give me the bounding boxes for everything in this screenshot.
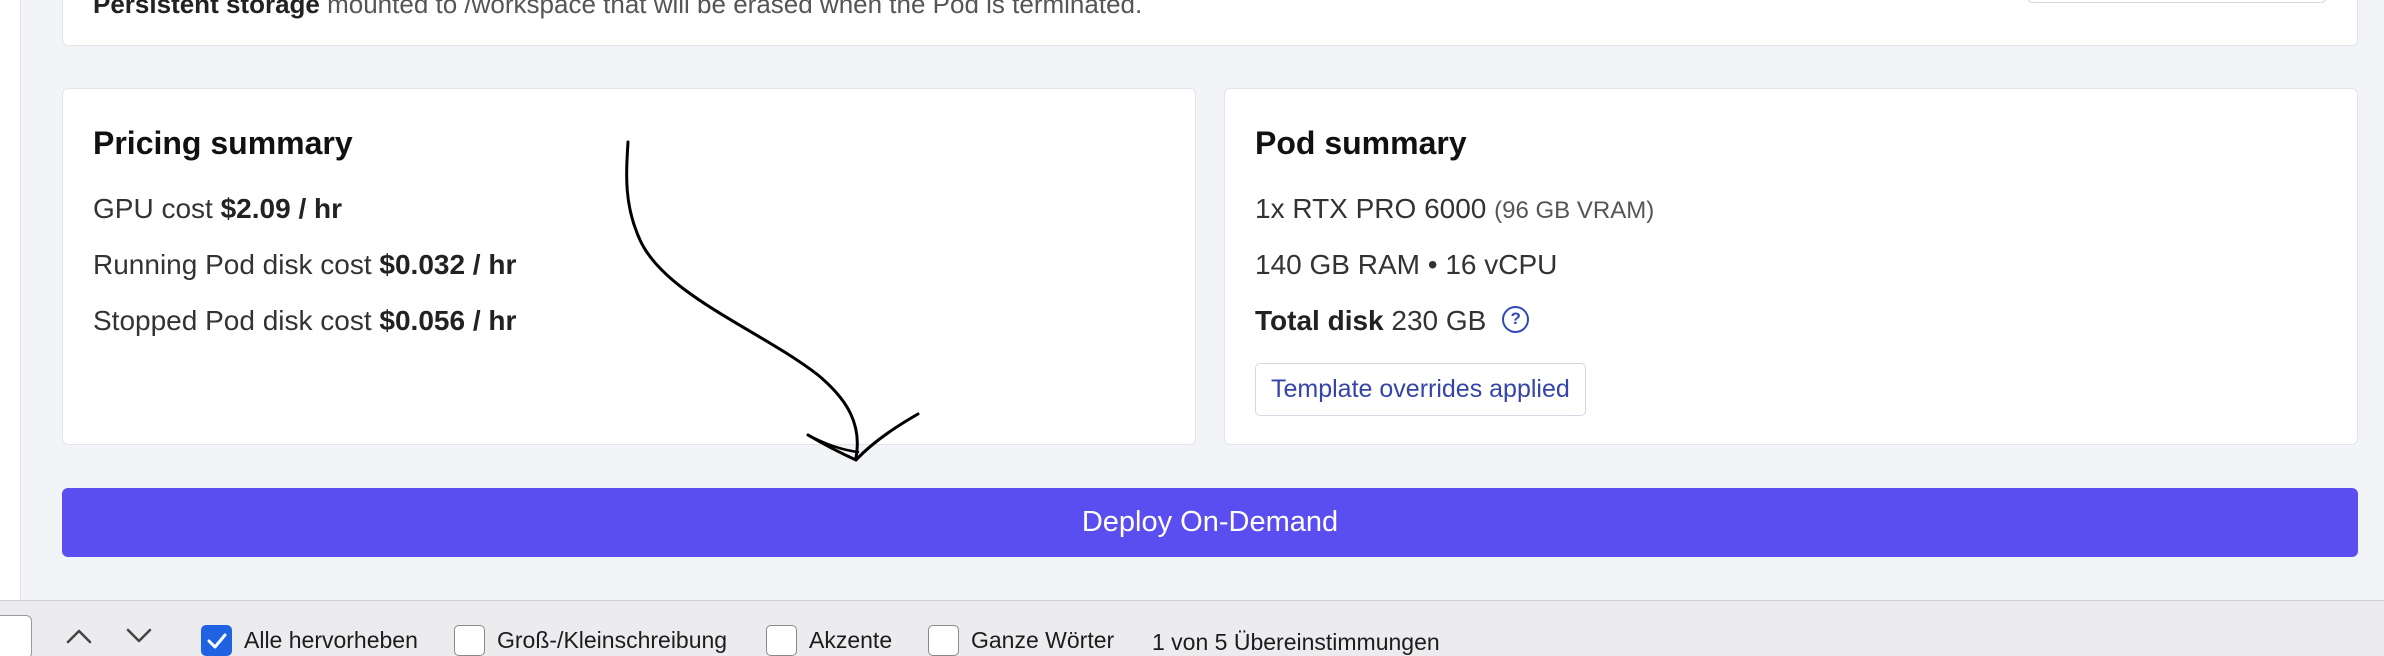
gpu-cost-value: $2.09 / hr xyxy=(220,193,342,224)
pod-summary-card: Pod summary 1x RTX PRO 6000 (96 GB VRAM)… xyxy=(1224,88,2358,445)
template-overrides-badge[interactable]: Template overrides applied xyxy=(1255,363,1586,416)
chevron-up-icon[interactable] xyxy=(61,621,97,651)
total-disk-value: 230 GB xyxy=(1391,305,1487,336)
match-diacritics-label: Akzente xyxy=(809,627,893,653)
match-diacritics-checkbox[interactable] xyxy=(766,625,797,656)
match-count: 1 von 5 Übereinstimmungen xyxy=(1152,629,1440,655)
storage-select[interactable] xyxy=(2027,0,2327,3)
match-case-label: Groß-/Kleinschreibung xyxy=(497,627,728,653)
option-match-diacritics[interactable]: Akzente xyxy=(766,625,892,656)
storage-text: mounted to /workspace that will be erase… xyxy=(319,0,1143,19)
running-disk-cost-value: $0.032 / hr xyxy=(379,249,517,280)
highlight-all-checkbox[interactable] xyxy=(201,625,232,656)
gpu-cost-label: GPU cost xyxy=(93,193,213,224)
total-disk-label: Total disk xyxy=(1255,305,1384,336)
option-whole-words[interactable]: Ganze Wörter xyxy=(928,625,1114,656)
left-browser-strip xyxy=(0,0,21,600)
stopped-disk-cost-row: Stopped Pod disk cost $0.056 / hr xyxy=(93,305,516,337)
find-bar: Alle hervorheben Groß-/Kleinschreibung A… xyxy=(0,600,2384,656)
running-disk-cost-label: Running Pod disk cost xyxy=(93,249,372,280)
highlight-all-label: Alle hervorheben xyxy=(244,627,418,653)
gpu-model: 1x RTX PRO 6000 xyxy=(1255,193,1487,224)
stopped-disk-cost-label: Stopped Pod disk cost xyxy=(93,305,372,336)
whole-words-checkbox[interactable] xyxy=(928,625,959,656)
pricing-summary-title: Pricing summary xyxy=(93,125,353,161)
stopped-disk-cost-value: $0.056 / hr xyxy=(379,305,517,336)
deploy-on-demand-button[interactable]: Deploy On-Demand xyxy=(62,488,2358,557)
checkmark-icon xyxy=(207,633,226,648)
pod-summary-title: Pod summary xyxy=(1255,125,1467,161)
storage-description: Persistent storage mounted to /workspace… xyxy=(93,0,1142,20)
running-disk-cost-row: Running Pod disk cost $0.032 / hr xyxy=(93,249,516,281)
storage-card: Persistent storage mounted to /workspace… xyxy=(62,0,2358,46)
pricing-summary-card: Pricing summary GPU cost $2.09 / hr Runn… xyxy=(62,88,1196,445)
match-case-checkbox[interactable] xyxy=(454,625,485,656)
gpu-spec-row: 1x RTX PRO 6000 (96 GB VRAM) xyxy=(1255,193,1654,225)
page: Persistent storage mounted to /workspace… xyxy=(0,0,2384,656)
ram-cpu-row: 140 GB RAM • 16 vCPU xyxy=(1255,249,1558,280)
storage-label: Persistent storage xyxy=(93,0,320,19)
total-disk-row: Total disk 230 GB ? xyxy=(1255,305,1530,337)
whole-words-label: Ganze Wörter xyxy=(971,627,1115,653)
find-input[interactable] xyxy=(0,615,32,656)
gpu-vram: (96 GB VRAM) xyxy=(1494,197,1655,224)
chevron-down-icon[interactable] xyxy=(121,621,157,651)
option-match-case[interactable]: Groß-/Kleinschreibung xyxy=(454,625,727,656)
question-circle-icon[interactable]: ? xyxy=(1502,306,1530,334)
gpu-cost-row: GPU cost $2.09 / hr xyxy=(93,193,342,225)
option-highlight-all[interactable]: Alle hervorheben xyxy=(201,625,418,656)
